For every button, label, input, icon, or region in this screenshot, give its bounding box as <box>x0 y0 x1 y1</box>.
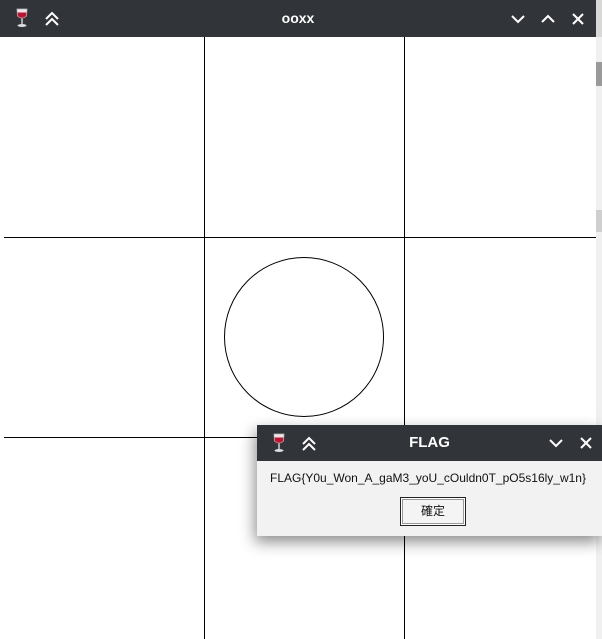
flag-dialog: FLAG FLAG{Y0u_Won_A_gaM3_yoU_cOuldn0T_pO… <box>257 425 602 536</box>
maximize-chevron-up-icon[interactable] <box>538 9 558 29</box>
flag-message: FLAG{Y0u_Won_A_gaM3_yoU_cOuldn0T_pO5s16l… <box>270 471 586 485</box>
board-cell-2[interactable] <box>204 37 404 237</box>
window-title: ooxx <box>281 10 315 26</box>
main-window: ooxx <box>0 0 596 639</box>
board-cell-5[interactable] <box>204 237 404 437</box>
board-cell-4[interactable] <box>4 237 204 437</box>
background-widget <box>596 210 602 232</box>
board-cell-1[interactable] <box>4 37 204 237</box>
ok-button-label: 確定 <box>420 504 445 518</box>
tic-tac-toe-board <box>4 37 596 639</box>
wine-glass-icon[interactable] <box>268 432 290 454</box>
board-cell-7[interactable] <box>4 437 204 639</box>
background-widget <box>596 62 602 86</box>
close-icon[interactable] <box>576 433 596 453</box>
close-icon[interactable] <box>568 9 588 29</box>
shade-icon[interactable] <box>299 434 319 454</box>
ok-button[interactable]: 確定 <box>400 497 466 526</box>
board-cell-3[interactable] <box>404 37 596 237</box>
dialog-titlebar[interactable]: FLAG <box>257 425 602 461</box>
shade-icon[interactable] <box>42 9 62 29</box>
minimize-chevron-down-icon[interactable] <box>546 433 566 453</box>
wine-glass-icon[interactable] <box>11 7 33 29</box>
background-desktop-strip <box>596 37 602 639</box>
minimize-chevron-down-icon[interactable] <box>508 9 528 29</box>
main-titlebar[interactable]: ooxx <box>0 0 596 37</box>
board-cell-6[interactable] <box>404 237 596 437</box>
